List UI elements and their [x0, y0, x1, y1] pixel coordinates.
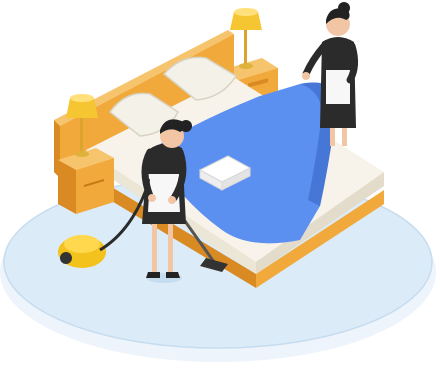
housekeeping-illustration — [0, 0, 440, 374]
scene-svg — [0, 2, 436, 362]
nightstand-left — [58, 148, 114, 214]
